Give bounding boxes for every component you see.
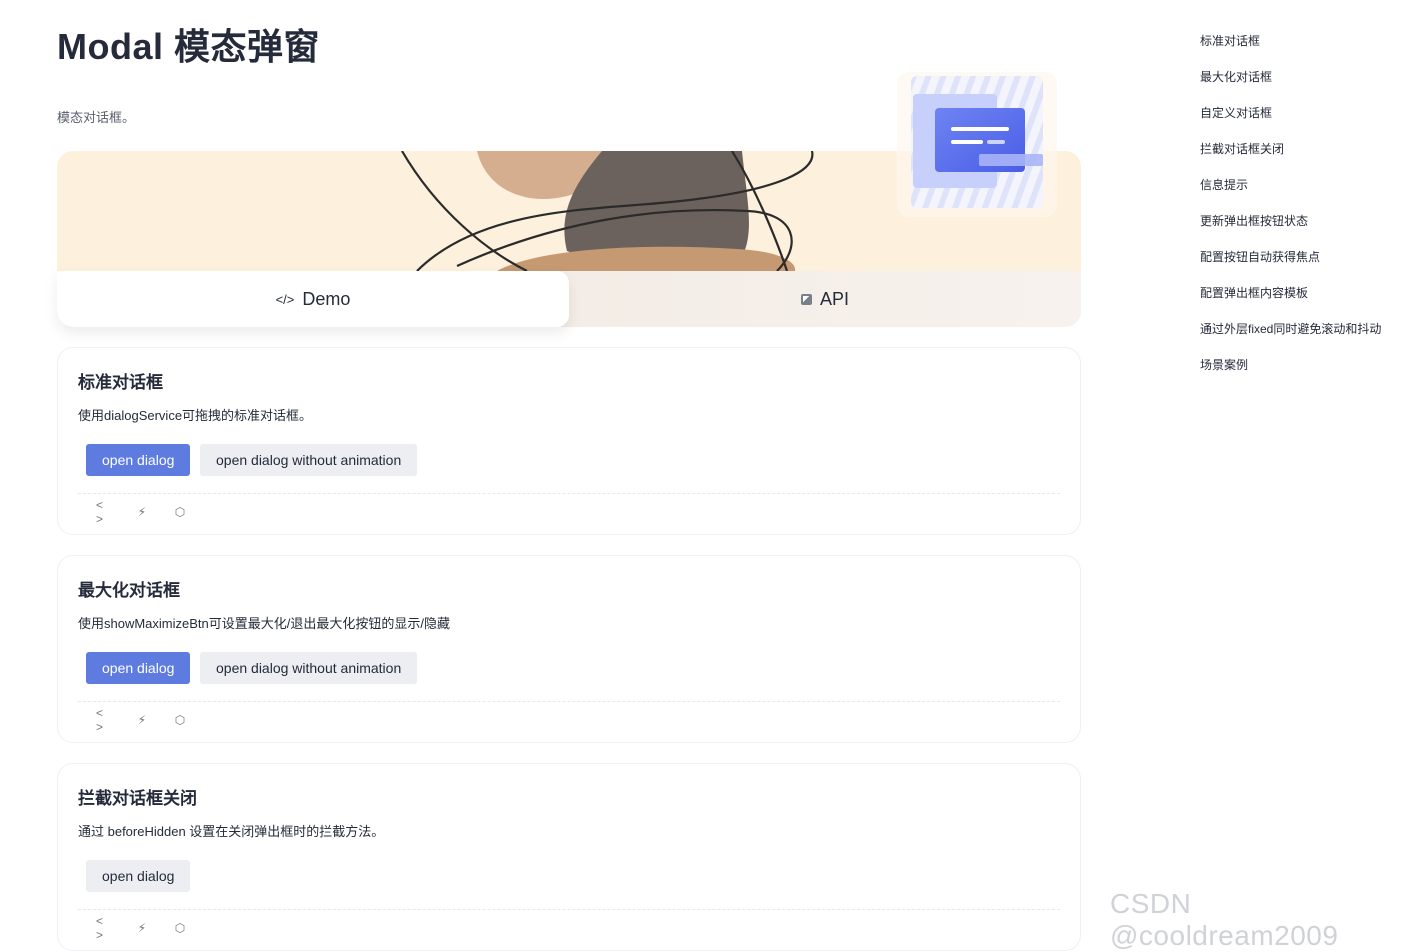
tab-api[interactable]: API (569, 271, 1081, 327)
api-icon (800, 293, 812, 305)
toc-item[interactable]: 配置弹出框内容模板 (1200, 284, 1381, 320)
demo-title: 最大化对话框 (78, 581, 180, 600)
toc-item[interactable]: 最大化对话框 (1200, 68, 1381, 104)
toc-item[interactable]: 标准对话框 (1200, 32, 1381, 68)
code-icon[interactable]: < > (96, 914, 112, 942)
divider (78, 493, 1060, 494)
toc-item[interactable]: 更新弹出框按钮状态 (1200, 212, 1381, 248)
demo-card-standard: 标准对话框 使用dialogService可拖拽的标准对话框。 open dia… (57, 347, 1081, 535)
watermark: CSDN @cooldream2009 (1110, 888, 1339, 951)
toc-item[interactable]: 通过外层fixed同时避免滚动和抖动 (1200, 320, 1381, 356)
tab-demo[interactable]: </> Demo (57, 271, 569, 327)
modal-illustration (897, 72, 1057, 217)
cube-icon[interactable]: ⬡ (172, 504, 188, 520)
demo-card-before-hidden: 拦截对话框关闭 通过 beforeHidden 设置在关闭弹出框时的拦截方法。 … (57, 763, 1081, 951)
demo-description: 使用showMaximizeBtn可设置最大化/退出最大化按钮的显示/隐藏 (78, 616, 450, 631)
demo-title: 拦截对话框关闭 (78, 789, 197, 808)
open-dialog-button[interactable]: open dialog (86, 444, 191, 476)
demo-toolbar: < > ⚡ ⬡ (96, 914, 188, 942)
demo-description: 通过 beforeHidden 设置在关闭弹出框时的拦截方法。 (78, 824, 385, 839)
code-icon[interactable]: < > (96, 706, 112, 734)
tab-demo-label: Demo (302, 288, 351, 309)
page-description: 模态对话框。 (57, 110, 136, 125)
demo-card-maximize: 最大化对话框 使用showMaximizeBtn可设置最大化/退出最大化按钮的显… (57, 555, 1081, 743)
code-icon: </> (275, 291, 295, 307)
page-title: Modal 模态弹窗 (57, 26, 320, 67)
demo-title: 标准对话框 (78, 373, 163, 392)
toc-item[interactable]: 信息提示 (1200, 176, 1381, 212)
open-dialog-without-animation-button[interactable]: open dialog without animation (200, 444, 418, 476)
open-dialog-button[interactable]: open dialog (86, 860, 191, 892)
cube-icon[interactable]: ⬡ (172, 920, 188, 936)
demo-description: 使用dialogService可拖拽的标准对话框。 (78, 408, 313, 423)
divider (78, 701, 1060, 702)
open-dialog-button[interactable]: open dialog (86, 652, 191, 684)
cube-icon[interactable]: ⬡ (172, 712, 188, 728)
tab-api-label: API (819, 288, 849, 309)
lightning-icon[interactable]: ⚡ (134, 920, 150, 936)
divider (78, 909, 1060, 910)
open-dialog-without-animation-button[interactable]: open dialog without animation (200, 652, 418, 684)
lightning-icon[interactable]: ⚡ (134, 712, 150, 728)
toc-item[interactable]: 自定义对话框 (1200, 104, 1381, 140)
toc-item[interactable]: 场景案例 (1200, 356, 1381, 392)
toc-item[interactable]: 拦截对话框关闭 (1200, 140, 1381, 176)
demo-toolbar: < > ⚡ ⬡ (96, 498, 188, 526)
demo-toolbar: < > ⚡ ⬡ (96, 706, 188, 734)
code-icon[interactable]: < > (96, 498, 112, 526)
toc-item[interactable]: 配置按钮自动获得焦点 (1200, 248, 1381, 284)
lightning-icon[interactable]: ⚡ (134, 504, 150, 520)
table-of-contents: 标准对话框 最大化对话框 自定义对话框 拦截对话框关闭 信息提示 更新弹出框按钮… (1200, 32, 1381, 392)
